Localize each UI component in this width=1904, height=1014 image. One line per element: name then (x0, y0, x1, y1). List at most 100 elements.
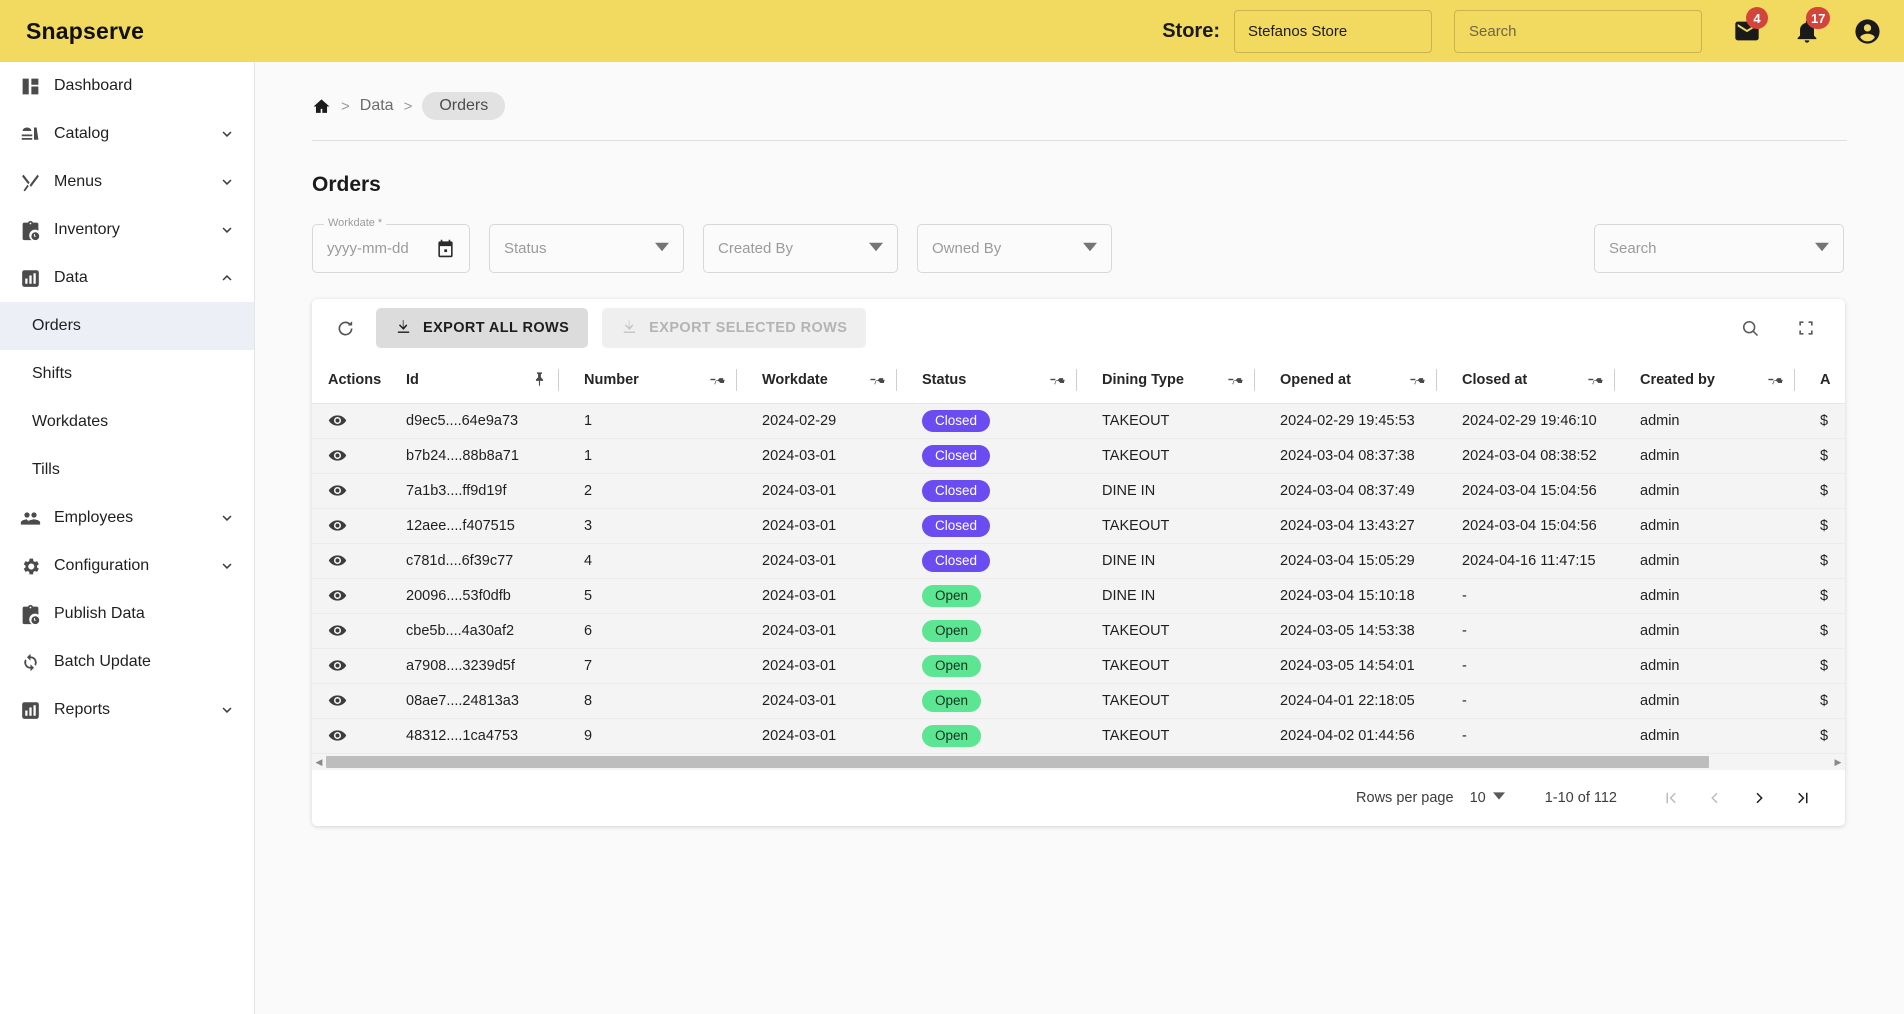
workdate-field[interactable]: Workdate * yyyy-mm-dd (312, 217, 470, 273)
sidebar-item-reports[interactable]: Reports (0, 686, 254, 734)
column-header-opened-at[interactable]: Opened at (1264, 357, 1446, 404)
export-selected-rows-button[interactable]: EXPORT SELECTED ROWS (602, 308, 867, 348)
column-resizer[interactable] (736, 368, 737, 391)
notifications-button[interactable]: 17 (1792, 7, 1831, 46)
view-row-button[interactable] (328, 691, 390, 710)
sidebar-item-dashboard[interactable]: Dashboard (0, 62, 254, 110)
table-row[interactable]: 12aee....f407515 3 2024-03-01 Closed TAKEOUT… (312, 508, 1845, 544)
column-header-dining-type[interactable]: Dining Type (1086, 357, 1264, 404)
fullscreen-button[interactable] (1789, 311, 1823, 345)
pin-off-icon[interactable] (869, 371, 886, 388)
column-header-actions[interactable]: Actions (312, 357, 390, 404)
view-row-button[interactable] (328, 446, 390, 465)
scroll-left-arrow[interactable]: ◀ (312, 754, 326, 770)
first-page-button[interactable] (1649, 778, 1693, 818)
cell-number: 4 (568, 543, 746, 579)
breadcrumb-item-data[interactable]: Data (360, 97, 394, 115)
pin-off-icon[interactable] (1409, 371, 1426, 388)
view-row-button[interactable] (328, 621, 390, 640)
column-header-amount[interactable]: A (1804, 357, 1845, 404)
cell-actions (312, 473, 390, 509)
account-button[interactable] (1852, 16, 1882, 46)
sidebar-item-data[interactable]: Data (0, 254, 254, 302)
table-row[interactable]: b7b24....88b8a71 1 2024-03-01 Closed TAKEOUT… (312, 438, 1845, 474)
search-filter-select[interactable]: Search (1594, 224, 1844, 273)
view-row-button[interactable] (328, 516, 390, 535)
pin-off-icon[interactable] (1767, 371, 1784, 388)
horizontal-scrollbar-thumb[interactable] (326, 755, 1709, 768)
chevron-down-icon (1083, 240, 1097, 258)
view-row-button[interactable] (328, 551, 390, 570)
scroll-right-arrow[interactable]: ▶ (1831, 754, 1845, 770)
column-header-number[interactable]: Number (568, 357, 746, 404)
view-row-button[interactable] (328, 481, 390, 500)
cell-created-by: admin (1624, 438, 1804, 474)
sidebar-item-shifts[interactable]: Shifts (0, 350, 254, 398)
sidebar-item-tills[interactable]: Tills (0, 446, 254, 494)
table-row[interactable]: cbe5b....4a30af2 6 2024-03-01 Open TAKEOUT 20… (312, 613, 1845, 649)
horizontal-scrollbar[interactable]: ◀ ▶ (312, 753, 1845, 770)
home-icon[interactable] (312, 97, 331, 116)
column-resizer[interactable] (896, 368, 897, 391)
breadcrumb-item-orders[interactable]: Orders (422, 92, 506, 120)
pin-off-icon[interactable] (1049, 371, 1066, 388)
column-header-status[interactable]: Status (906, 357, 1086, 404)
sidebar-item-batch-update[interactable]: Batch Update (0, 638, 254, 686)
sidebar-item-publish-data[interactable]: Publish Data (0, 590, 254, 638)
refresh-button[interactable] (328, 311, 362, 345)
table-search-button[interactable] (1733, 311, 1767, 345)
column-resizer[interactable] (558, 368, 559, 391)
column-resizer[interactable] (1436, 368, 1437, 391)
view-row-button[interactable] (328, 656, 390, 675)
pin-off-icon[interactable] (1227, 371, 1244, 388)
created-by-filter-select[interactable]: Created By (703, 224, 898, 273)
pin-off-icon[interactable] (709, 371, 726, 388)
pin-icon[interactable] (531, 371, 548, 388)
sidebar-item-orders[interactable]: Orders (0, 302, 254, 350)
column-header-workdate[interactable]: Workdate (746, 357, 906, 404)
column-resizer[interactable] (1614, 368, 1615, 391)
sidebar-item-menus[interactable]: Menus (0, 158, 254, 206)
catalog-icon (20, 124, 54, 145)
table-row[interactable]: d9ec5....64e9a73 1 2024-02-29 Closed TAKEOUT… (312, 403, 1845, 439)
prev-page-button[interactable] (1693, 778, 1737, 818)
table-row[interactable]: c781d....6f39c77 4 2024-03-01 Closed DINE IN… (312, 543, 1845, 579)
mail-button[interactable]: 4 (1732, 7, 1768, 46)
cell-closed-at: 2024-03-04 15:04:56 (1446, 473, 1624, 509)
view-row-button[interactable] (328, 586, 390, 605)
export-all-rows-button[interactable]: EXPORT ALL ROWS (376, 308, 589, 348)
owned-by-filter-select[interactable]: Owned By (917, 224, 1112, 273)
cell-status: Closed (906, 403, 1086, 439)
table-row[interactable]: 48312....1ca4753 9 2024-03-01 Open TAKEOUT 20… (312, 718, 1845, 754)
calendar-icon[interactable] (436, 239, 455, 258)
sidebar-item-employees[interactable]: Employees (0, 494, 254, 542)
column-header-closed-at[interactable]: Closed at (1446, 357, 1624, 404)
status-filter-select[interactable]: Status (489, 224, 684, 273)
store-selector[interactable]: Stefanos Store (1234, 9, 1432, 53)
column-header-created-by[interactable]: Created by (1624, 357, 1804, 404)
last-page-button[interactable] (1781, 778, 1825, 818)
column-resizer[interactable] (1794, 368, 1795, 391)
column-resizer[interactable] (1254, 368, 1255, 391)
view-row-button[interactable] (328, 726, 390, 745)
sidebar-item-configuration[interactable]: Configuration (0, 542, 254, 590)
table-row[interactable]: 08ae7....24813a3 8 2024-03-01 Open TAKEOUT 20… (312, 683, 1845, 719)
table-row[interactable]: 20096....53f0dfb 5 2024-03-01 Open DINE IN 20… (312, 578, 1845, 614)
cell-opened-at: 2024-03-04 08:37:49 (1264, 473, 1446, 509)
table-row[interactable]: 7a1b3....ff9d19f 2 2024-03-01 Closed DINE IN… (312, 473, 1845, 509)
column-resizer[interactable] (1076, 368, 1077, 391)
status-badge: Closed (922, 479, 991, 502)
sidebar-item-label: Publish Data (54, 605, 145, 622)
table-row[interactable]: a7908....3239d5f 7 2024-03-01 Open TAKEOUT 20… (312, 648, 1845, 684)
view-row-button[interactable] (328, 411, 390, 430)
global-search-input[interactable]: Search (1454, 9, 1702, 53)
next-page-icon (1756, 792, 1763, 803)
sidebar-item-catalog[interactable]: Catalog (0, 110, 254, 158)
sidebar-item-workdates[interactable]: Workdates (0, 398, 254, 446)
sidebar-item-inventory[interactable]: Inventory (0, 206, 254, 254)
notifications-badge: 17 (1806, 7, 1831, 29)
next-page-button[interactable] (1737, 778, 1781, 818)
rows-per-page-select[interactable]: 10 (1470, 790, 1505, 806)
column-header-id[interactable]: Id (390, 357, 568, 404)
pin-off-icon[interactable] (1587, 371, 1604, 388)
